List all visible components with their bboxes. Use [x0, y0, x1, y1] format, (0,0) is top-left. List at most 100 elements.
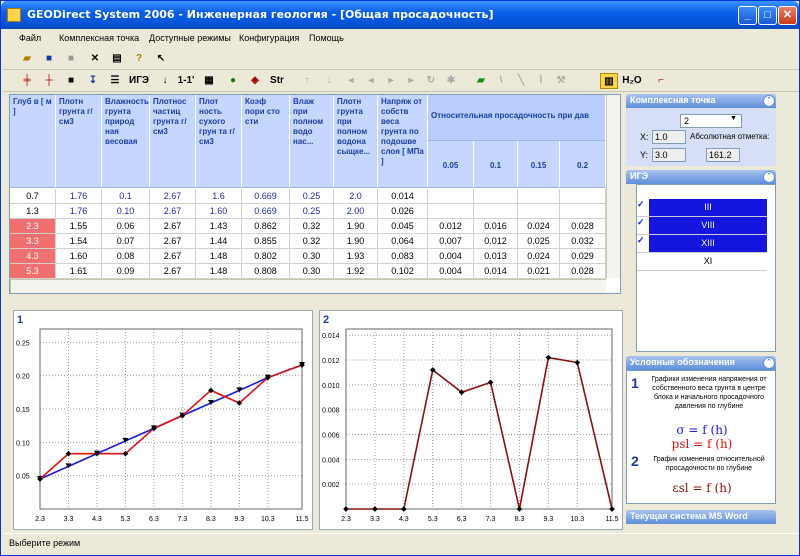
- table-cell[interactable]: 0.669: [242, 189, 290, 204]
- table-cell[interactable]: 0.064: [378, 234, 428, 249]
- menu-config[interactable]: Конфигурация: [239, 33, 299, 43]
- table-cell[interactable]: 0.004: [428, 264, 474, 279]
- table-cell[interactable]: 1.76: [56, 189, 102, 204]
- table-cell[interactable]: 0.014: [378, 189, 428, 204]
- delete-icon[interactable]: ✕: [87, 51, 103, 67]
- table-cell[interactable]: 0.013: [474, 249, 518, 264]
- table-cell[interactable]: 0.09: [102, 264, 150, 279]
- context-help-icon[interactable]: ↖: [153, 51, 169, 67]
- chevron-down-icon[interactable]: ▼: [730, 115, 737, 122]
- str-button[interactable]: Str: [267, 73, 287, 89]
- table-cell[interactable]: 0.028: [560, 264, 606, 279]
- table-cell[interactable]: 0.021: [518, 264, 560, 279]
- table-cell[interactable]: 1.90: [334, 234, 378, 249]
- ige-button[interactable]: ИГЭ: [127, 73, 151, 89]
- layers-icon[interactable]: ▥: [600, 73, 618, 89]
- table-cell[interactable]: 0.32: [290, 234, 334, 249]
- ige-item[interactable]: ✓ VIII: [637, 217, 767, 235]
- grid-header-5[interactable]: Коэф пори сто сти: [242, 95, 290, 188]
- menu-file[interactable]: Файл: [19, 33, 41, 43]
- grid-header-6[interactable]: Влаж при полном водо нас...: [290, 95, 334, 188]
- check-icon[interactable]: [637, 253, 649, 270]
- table-cell[interactable]: 1.6: [196, 189, 242, 204]
- table-cell[interactable]: 0.855: [242, 234, 290, 249]
- columns-icon[interactable]: ┼: [41, 73, 57, 89]
- last-disabled-icon[interactable]: ▸: [403, 73, 419, 89]
- table-cell[interactable]: 0.012: [474, 234, 518, 249]
- export-icon[interactable]: ▰: [473, 73, 489, 89]
- table-cell[interactable]: 2.3: [10, 219, 56, 234]
- table-cell[interactable]: 1.3: [10, 204, 56, 219]
- grid-header-0[interactable]: Глуб в [ м ]: [10, 95, 56, 188]
- pen-disabled-icon[interactable]: \: [493, 73, 509, 89]
- collapse-ige-icon[interactable]: ⌃: [763, 171, 775, 183]
- check-icon[interactable]: ✓: [637, 217, 649, 234]
- grid-header-8[interactable]: Напряж от собств веса грунта по подошве …: [378, 95, 428, 188]
- next-disabled-icon[interactable]: ▸: [383, 73, 399, 89]
- first-disabled-icon[interactable]: ◂: [343, 73, 359, 89]
- grid-horizontal-scrollbar[interactable]: [10, 279, 606, 293]
- table-cell[interactable]: 0.007: [428, 234, 474, 249]
- x-field[interactable]: 1.0: [652, 130, 686, 144]
- refresh-disabled-icon[interactable]: ↻: [423, 73, 439, 89]
- list-icon[interactable]: ☰: [107, 73, 123, 89]
- table-cell[interactable]: 0.08: [102, 249, 150, 264]
- menu-help[interactable]: Помощь: [309, 33, 344, 43]
- table-cell[interactable]: 0.025: [518, 234, 560, 249]
- water-button[interactable]: H₂O: [621, 73, 643, 89]
- collapse-legend-icon[interactable]: ⌃: [763, 357, 775, 369]
- table-cell[interactable]: 2.67: [150, 264, 196, 279]
- table-cell[interactable]: 0.012: [428, 219, 474, 234]
- table-cell[interactable]: 2.67: [150, 189, 196, 204]
- table-cell[interactable]: 1.48: [196, 249, 242, 264]
- grid-icon[interactable]: ▦: [201, 73, 217, 89]
- y-field[interactable]: 3.0: [652, 148, 686, 162]
- table-cell[interactable]: 1.90: [334, 219, 378, 234]
- pipe-icon[interactable]: ⌐: [653, 73, 669, 89]
- section-button[interactable]: 1-1': [175, 73, 197, 89]
- table-cell[interactable]: 0.10: [102, 204, 150, 219]
- table-cell[interactable]: 0.808: [242, 264, 290, 279]
- ige-item[interactable]: ✓ III: [637, 199, 767, 217]
- abs-field[interactable]: 161.2: [706, 148, 740, 162]
- table-cell[interactable]: [518, 204, 560, 219]
- menu-modes[interactable]: Доступные режимы: [149, 33, 231, 43]
- table-cell[interactable]: [474, 189, 518, 204]
- close-button[interactable]: ✕: [778, 6, 797, 25]
- globe-icon[interactable]: ●: [225, 73, 241, 89]
- table-cell[interactable]: 1.54: [56, 234, 102, 249]
- table-cell[interactable]: 1.48: [196, 264, 242, 279]
- table-cell[interactable]: 0.25: [290, 189, 334, 204]
- table-mode-icon[interactable]: ╪: [19, 73, 35, 89]
- table-cell[interactable]: 0.30: [290, 264, 334, 279]
- table-cell[interactable]: 0.083: [378, 249, 428, 264]
- save-icon[interactable]: ■: [41, 51, 57, 67]
- table-cell[interactable]: 1.43: [196, 219, 242, 234]
- table-cell[interactable]: 2.00: [334, 204, 378, 219]
- save-disabled-icon[interactable]: ■: [63, 51, 79, 67]
- table-cell[interactable]: 0.028: [560, 219, 606, 234]
- pressure-header-3[interactable]: 0.2: [560, 141, 606, 188]
- grid-header-2[interactable]: Влажность грунта природ ная весовая: [102, 95, 150, 188]
- table-cell[interactable]: [560, 204, 606, 219]
- stop-icon[interactable]: ■: [63, 73, 79, 89]
- table-cell[interactable]: 0.024: [518, 219, 560, 234]
- table-cell[interactable]: 2.0: [334, 189, 378, 204]
- table-cell[interactable]: 0.25: [290, 204, 334, 219]
- pressure-header-0[interactable]: 0.05: [428, 141, 474, 188]
- table-cell[interactable]: 1.55: [56, 219, 102, 234]
- table-cell[interactable]: 0.014: [474, 264, 518, 279]
- grid-vertical-scrollbar[interactable]: [606, 95, 620, 278]
- arrow-down-icon[interactable]: ↓: [157, 73, 173, 89]
- table-cell[interactable]: 1.93: [334, 249, 378, 264]
- table-cell[interactable]: 0.06: [102, 219, 150, 234]
- check-icon[interactable]: ✓: [637, 199, 649, 216]
- table-cell[interactable]: 0.07: [102, 234, 150, 249]
- table-cell[interactable]: 0.102: [378, 264, 428, 279]
- table-cell[interactable]: 2.67: [150, 249, 196, 264]
- download-icon[interactable]: ↧: [85, 73, 101, 89]
- maximize-button[interactable]: □: [758, 6, 777, 25]
- table-cell[interactable]: 5.3: [10, 264, 56, 279]
- minimize-button[interactable]: _: [738, 6, 757, 25]
- check-icon[interactable]: ✓: [637, 235, 649, 252]
